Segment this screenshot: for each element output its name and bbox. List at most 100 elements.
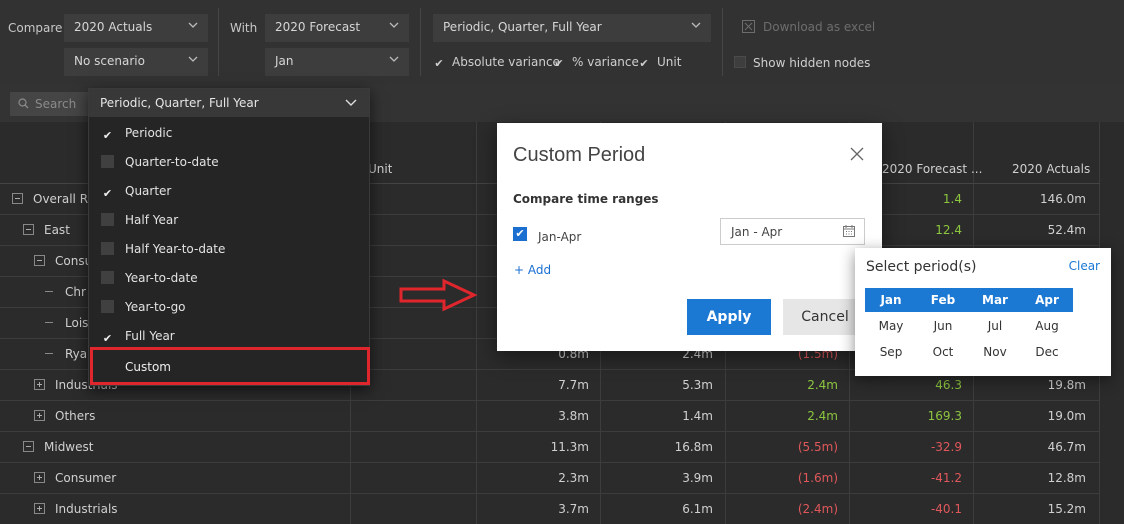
expand-icon[interactable] — [34, 379, 45, 390]
tree-leaf-icon — [45, 291, 53, 292]
percent-variance-checkbox[interactable]: ✔ % variance — [553, 55, 639, 70]
close-icon[interactable] — [850, 147, 864, 161]
with-version-value: 2020 Forecast — [275, 20, 361, 34]
table-row[interactable]: Industrials 3.7m 6.1m (2.4m) -40.1 15.2m — [0, 494, 1100, 524]
table-cell: -32.9 — [930, 440, 962, 454]
with-version-select[interactable]: 2020 Forecast — [265, 14, 409, 42]
chevron-down-icon — [188, 56, 198, 62]
download-excel-button[interactable]: Download as excel — [742, 20, 875, 34]
search-placeholder: Search — [35, 97, 77, 111]
month-option[interactable]: Jan — [865, 288, 917, 312]
calendar-icon — [843, 225, 855, 237]
tree-leaf-icon — [45, 353, 53, 354]
search-input[interactable]: Search — [10, 92, 90, 116]
row-name: Consumer — [55, 471, 117, 485]
row-name: East — [44, 223, 70, 237]
unit-checkbox[interactable]: ✔ Unit — [638, 55, 681, 70]
row-name: Overall Re — [33, 192, 95, 206]
period-option[interactable]: Quarter-to-date — [101, 155, 219, 175]
check-icon: ✔ — [639, 57, 649, 70]
apply-button[interactable]: Apply — [687, 299, 771, 335]
absolute-variance-checkbox[interactable]: ✔ Absolute variance — [433, 55, 560, 70]
table-cell: 15.2m — [1047, 502, 1086, 516]
period-option[interactable]: ✔ Quarter — [101, 184, 171, 204]
month-option[interactable]: Mar — [969, 288, 1021, 312]
collapse-icon[interactable] — [23, 224, 34, 235]
compare-version-select[interactable]: 2020 Actuals — [64, 14, 208, 42]
dialog-subtitle: Compare time ranges — [513, 192, 659, 206]
period-option-label: Full Year — [125, 329, 175, 343]
column-header-unit[interactable]: Unit — [368, 154, 392, 185]
table-row[interactable]: Midwest 11.3m 16.8m (5.5m) -32.9 46.7m — [0, 432, 1100, 463]
table-cell: 2.4m — [807, 409, 838, 423]
row-name: Chr — [65, 285, 86, 299]
row-name: Others — [55, 409, 96, 423]
checkbox-empty-icon — [101, 271, 114, 284]
table-cell: 16.8m — [674, 440, 713, 454]
table-cell: 5.3m — [682, 378, 713, 392]
show-hidden-nodes-checkbox[interactable]: Show hidden nodes — [734, 56, 870, 70]
period-option[interactable]: Half Year — [101, 213, 178, 233]
period-dropdown-header[interactable]: Periodic, Quarter, Full Year — [89, 89, 369, 117]
period-option-custom[interactable]: Custom — [125, 360, 171, 374]
table-cell: 3.9m — [682, 471, 713, 485]
month-option[interactable]: Jun — [917, 314, 969, 338]
period-option[interactable]: Year-to-date — [101, 271, 198, 291]
month-option[interactable]: Nov — [969, 340, 1021, 364]
table-cell: (2.4m) — [797, 502, 838, 516]
period-option[interactable]: Year-to-go — [101, 300, 186, 320]
month-option[interactable]: Apr — [1021, 288, 1073, 312]
month-option[interactable]: Dec — [1021, 340, 1073, 364]
clear-link[interactable]: Clear — [1069, 259, 1100, 273]
table-cell: 7.7m — [558, 378, 589, 392]
unit-label: Unit — [657, 55, 682, 69]
period-option-label: Periodic — [125, 126, 173, 140]
period-option-label: Half Year — [125, 213, 179, 227]
collapse-icon[interactable] — [34, 255, 45, 266]
collapse-icon[interactable] — [23, 441, 34, 452]
row-name: Midwest — [44, 440, 94, 454]
period-option[interactable]: ✔ Periodic — [101, 126, 172, 146]
expand-icon[interactable] — [34, 472, 45, 483]
time-range-value: Jan - Apr — [731, 225, 783, 239]
download-excel-label: Download as excel — [763, 20, 876, 34]
expand-icon[interactable] — [34, 503, 45, 514]
month-option[interactable]: May — [865, 314, 917, 338]
column-header-forecast[interactable]: 2020 Forecast ... — [882, 154, 982, 185]
period-option[interactable]: Half Year-to-date — [101, 242, 225, 262]
with-label: With — [230, 21, 258, 35]
with-period-select[interactable]: Jan — [265, 48, 409, 76]
compare-scenario-select[interactable]: No scenario — [64, 48, 208, 76]
period-option[interactable]: ✔ Full Year — [101, 329, 175, 349]
checkbox-empty-icon — [101, 300, 114, 313]
popup-title: Select period(s) — [866, 259, 977, 275]
chevron-down-icon — [691, 22, 701, 28]
toolbar-divider — [218, 8, 219, 76]
time-range-input[interactable]: Jan - Apr — [720, 218, 865, 245]
period-option-label: Year-to-date — [125, 271, 198, 285]
month-option[interactable]: Aug — [1021, 314, 1073, 338]
toolbar-divider — [722, 8, 723, 76]
table-cell: 3.7m — [558, 502, 589, 516]
expand-icon[interactable] — [34, 410, 45, 421]
table-row[interactable]: Consumer 2.3m 3.9m (1.6m) -41.2 12.8m — [0, 463, 1100, 494]
month-option[interactable]: Oct — [917, 340, 969, 364]
custom-period-dialog: Custom Period Compare time ranges ✔ Jan-… — [497, 123, 882, 351]
table-cell: 146.0m — [1039, 192, 1086, 206]
top-toolbar: Compare 2020 Actuals No scenario With 20… — [0, 0, 1124, 84]
month-option[interactable]: Feb — [917, 288, 969, 312]
collapse-icon[interactable] — [12, 193, 23, 204]
table-row[interactable]: Others 3.8m 1.4m 2.4m 169.3 19.0m — [0, 401, 1100, 432]
period-type-select[interactable]: Periodic, Quarter, Full Year — [433, 14, 711, 42]
with-period-value: Jan — [275, 54, 294, 68]
period-option-label: Half Year-to-date — [125, 242, 226, 256]
column-header-actuals[interactable]: 2020 Actuals — [1012, 154, 1090, 185]
month-option[interactable]: Sep — [865, 340, 917, 364]
dialog-title: Custom Period — [513, 144, 646, 166]
time-range-checkbox[interactable]: ✔ — [513, 227, 527, 241]
chevron-down-icon — [389, 22, 399, 28]
period-option-label: Quarter-to-date — [125, 155, 219, 169]
month-option[interactable]: Jul — [969, 314, 1021, 338]
search-icon — [18, 98, 29, 109]
add-range-link[interactable]: + Add — [514, 263, 551, 277]
